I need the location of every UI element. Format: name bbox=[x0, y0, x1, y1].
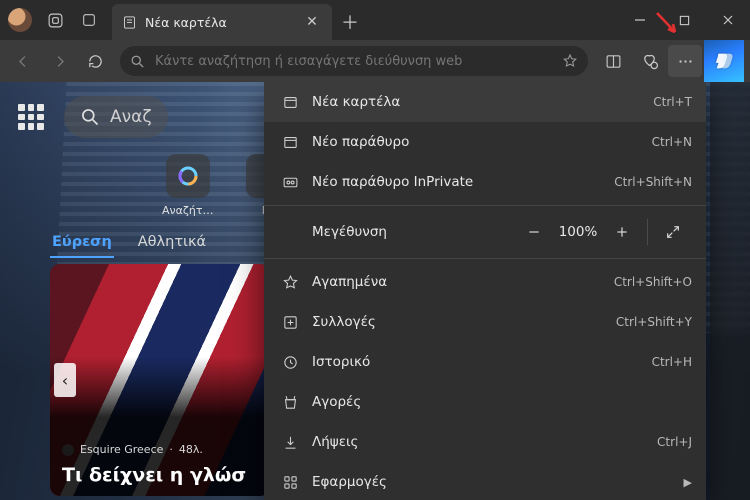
news-meta: Esquire Greece · 48λ. bbox=[62, 443, 203, 456]
window-titlebar: Νέα καρτέλα ✕ ＋ bbox=[0, 0, 750, 40]
page-search-placeholder: Αναζ bbox=[110, 107, 152, 127]
workspaces-icon[interactable] bbox=[38, 0, 72, 40]
news-image bbox=[50, 264, 270, 496]
menu-separator bbox=[264, 205, 706, 206]
menu-item-shortcut: Ctrl+Shift+O bbox=[614, 275, 692, 289]
quick-link-tile[interactable]: Αναζήτηση . bbox=[162, 154, 214, 217]
app-launcher-icon[interactable] bbox=[18, 104, 44, 130]
tab-icon bbox=[278, 94, 302, 111]
menu-item-label: Συλλογές bbox=[312, 314, 616, 330]
split-screen-icon[interactable] bbox=[596, 45, 630, 77]
menu-zoom-row: Μεγέθυνση 100% bbox=[264, 209, 706, 255]
feed-tab-sports[interactable]: Αθλητικά bbox=[136, 228, 208, 258]
new-tab-button[interactable]: ＋ bbox=[332, 4, 368, 40]
menu-item-history[interactable]: Ιστορικό Ctrl+H bbox=[264, 342, 706, 382]
menu-item-shortcut: Ctrl+J bbox=[657, 435, 692, 449]
tab-close-button[interactable]: ✕ bbox=[302, 14, 322, 30]
menu-item-window[interactable]: Νέο παράθυρο Ctrl+N bbox=[264, 122, 706, 162]
nav-forward-button[interactable] bbox=[42, 45, 76, 77]
window-maximize-button[interactable] bbox=[662, 0, 706, 40]
menu-item-label: Ιστορικό bbox=[312, 354, 652, 370]
browser-toolbar bbox=[0, 40, 750, 82]
menu-item-shortcut: Ctrl+N bbox=[652, 135, 692, 149]
history-icon bbox=[278, 354, 302, 371]
menu-item-tab[interactable]: Νέα καρτέλα Ctrl+T bbox=[264, 82, 706, 122]
news-age: 48λ. bbox=[179, 443, 203, 456]
tile-label: Αναζήτηση . bbox=[162, 204, 214, 217]
feed-tab-discover[interactable]: Εύρεση bbox=[50, 228, 114, 258]
browser-tab[interactable]: Νέα καρτέλα ✕ bbox=[112, 4, 332, 40]
address-bar[interactable] bbox=[120, 46, 588, 76]
settings-and-more-button[interactable] bbox=[668, 45, 702, 77]
edge-sidebar[interactable] bbox=[710, 82, 750, 500]
download-icon bbox=[278, 434, 302, 451]
carousel-prev-button[interactable]: ‹ bbox=[54, 363, 76, 397]
nav-refresh-button[interactable] bbox=[78, 45, 112, 77]
window-icon bbox=[278, 134, 302, 151]
menu-item-shortcut: Ctrl+H bbox=[652, 355, 692, 369]
menu-item-shortcut: Ctrl+T bbox=[653, 95, 692, 109]
source-logo-icon bbox=[62, 444, 74, 456]
menu-item-label: Αγορές bbox=[312, 394, 692, 410]
apps-icon bbox=[278, 474, 302, 491]
news-source: Esquire Greece bbox=[80, 443, 163, 456]
menu-item-shortcut: Ctrl+Shift+N bbox=[614, 175, 692, 189]
collections-icon bbox=[278, 314, 302, 331]
favorites-hub-icon[interactable] bbox=[632, 45, 666, 77]
search-icon bbox=[130, 54, 145, 69]
zoom-label: Μεγέθυνση bbox=[312, 224, 515, 240]
zoom-percent: 100% bbox=[553, 224, 603, 240]
star-icon bbox=[278, 274, 302, 291]
news-headline: Τι δείχνει η γλώσ bbox=[62, 464, 258, 488]
shopping-icon bbox=[278, 394, 302, 411]
favorite-star-icon[interactable] bbox=[562, 53, 578, 69]
submenu-chevron-icon: ▶ bbox=[684, 476, 692, 489]
settings-and-more-menu: Νέα καρτέλα Ctrl+T Νέο παράθυρο Ctrl+N Ν… bbox=[264, 82, 706, 500]
copilot-button[interactable] bbox=[704, 40, 744, 82]
zoom-in-button[interactable] bbox=[603, 216, 641, 248]
menu-item-collections[interactable]: Συλλογές Ctrl+Shift+Y bbox=[264, 302, 706, 342]
tab-actions-icon[interactable] bbox=[72, 0, 106, 40]
menu-item-shopping[interactable]: Αγορές bbox=[264, 382, 706, 422]
address-input[interactable] bbox=[155, 54, 552, 69]
menu-item-label: Αγαπημένα bbox=[312, 274, 614, 290]
inprivate-icon bbox=[278, 174, 302, 191]
news-card[interactable]: ‹ Esquire Greece · 48λ. Τι δείχνει η γλώ… bbox=[50, 264, 270, 496]
search-icon bbox=[80, 107, 100, 127]
menu-separator bbox=[264, 258, 706, 259]
menu-item-shortcut: Ctrl+Shift+Y bbox=[616, 315, 692, 329]
page-search-box[interactable]: Αναζ bbox=[64, 96, 168, 138]
fullscreen-button[interactable] bbox=[654, 216, 692, 248]
menu-item-label: Εφαρμογές bbox=[312, 474, 676, 490]
menu-item-label: Λήψεις bbox=[312, 434, 657, 450]
menu-item-label: Νέο παράθυρο InPrivate bbox=[312, 174, 614, 190]
feed-tabs: Εύρεση Αθλητικά bbox=[50, 228, 208, 258]
tab-title: Νέα καρτέλα bbox=[145, 15, 294, 30]
menu-item-label: Νέα καρτέλα bbox=[312, 94, 653, 110]
menu-item-label: Νέο παράθυρο bbox=[312, 134, 652, 150]
page-content: Αναζ Αναζήτηση . Mi Εύρεση Αθλητικά ‹ Es… bbox=[0, 82, 750, 500]
window-minimize-button[interactable] bbox=[618, 0, 662, 40]
tab-page-icon bbox=[122, 15, 137, 30]
menu-item-inprivate[interactable]: Νέο παράθυρο InPrivate Ctrl+Shift+N bbox=[264, 162, 706, 202]
menu-item-download[interactable]: Λήψεις Ctrl+J bbox=[264, 422, 706, 462]
zoom-out-button[interactable] bbox=[515, 216, 553, 248]
menu-item-apps[interactable]: Εφαρμογές ▶ bbox=[264, 462, 706, 500]
menu-item-star[interactable]: Αγαπημένα Ctrl+Shift+O bbox=[264, 262, 706, 302]
window-close-button[interactable] bbox=[706, 0, 750, 40]
nav-back-button[interactable] bbox=[6, 45, 40, 77]
profile-avatar[interactable] bbox=[8, 8, 32, 32]
